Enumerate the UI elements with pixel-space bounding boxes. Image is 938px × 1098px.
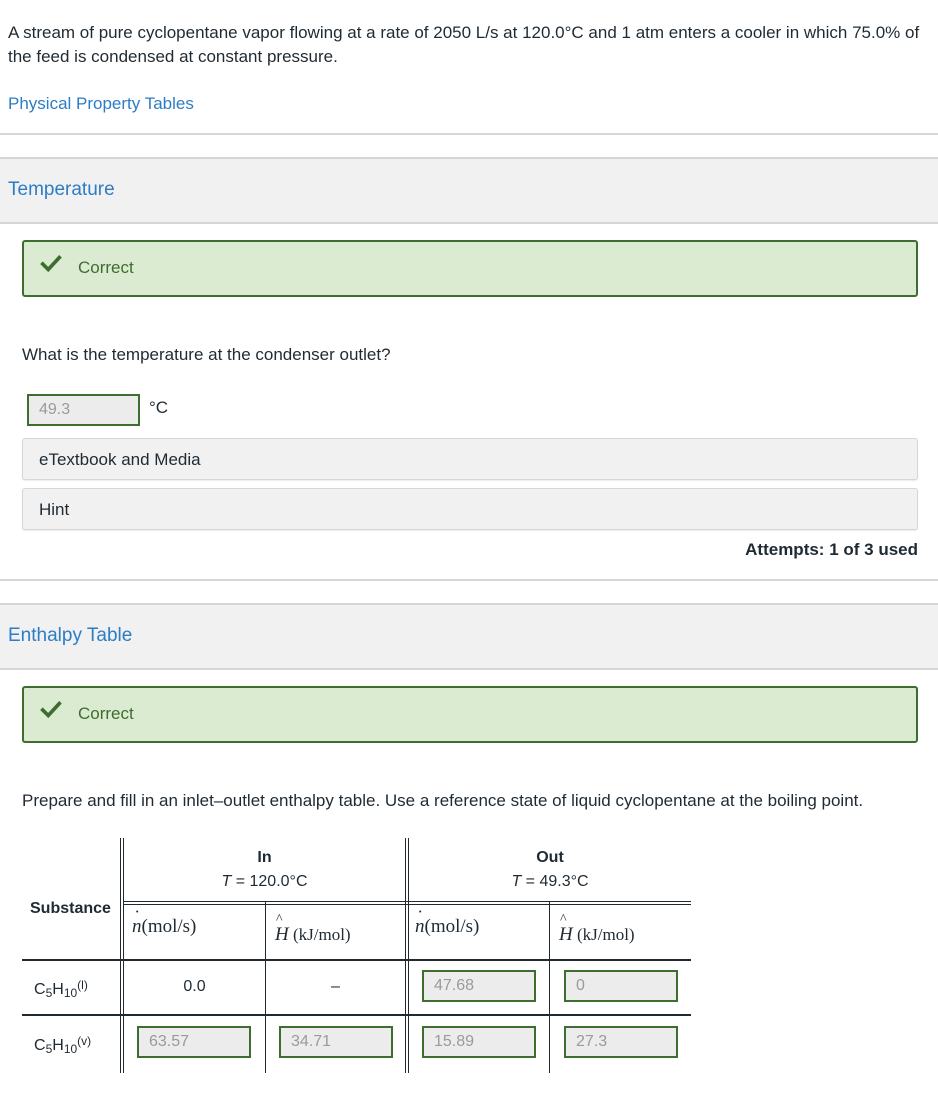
in-label: In xyxy=(257,849,272,866)
table-divider xyxy=(549,902,550,1073)
temperature-answer-input[interactable]: 49.3 xyxy=(27,394,140,426)
n-out-liquid-input[interactable]: 47.68 xyxy=(422,970,536,1002)
h-out-liquid-input[interactable]: 0 xyxy=(564,970,678,1002)
n-out-vapor-input[interactable]: 15.89 xyxy=(422,1026,536,1058)
temp-var: T xyxy=(511,873,522,890)
status-label: Correct xyxy=(78,704,134,723)
out-label: Out xyxy=(536,849,564,866)
status-label: Correct xyxy=(78,258,134,277)
temp-value: = 120.0°C xyxy=(231,873,308,890)
temp-var: T xyxy=(221,873,232,890)
section-title-temperature[interactable]: Temperature xyxy=(8,179,115,201)
unit: (mol/s) xyxy=(424,916,480,937)
col-header-n-in: n(mol/s) xyxy=(132,907,197,938)
table-divider xyxy=(22,1014,691,1016)
substance-liquid: C5H10(l) xyxy=(34,978,88,1000)
unit: (kJ/mol) xyxy=(288,925,351,944)
col-header-h-out: H (kJ/mol) xyxy=(559,912,635,946)
n-in-vapor-input[interactable]: 63.57 xyxy=(137,1026,251,1058)
etextbook-media-toggle[interactable]: eTextbook and Media xyxy=(22,438,918,480)
in-group-header: In T = 120.0°C xyxy=(124,846,405,894)
col-header-h-in: H (kJ/mol) xyxy=(275,912,351,946)
checkmark-icon xyxy=(40,254,62,273)
hint-toggle[interactable]: Hint xyxy=(22,488,918,530)
physical-property-tables-link[interactable]: Physical Property Tables xyxy=(8,94,194,114)
correct-banner-temperature: Correct xyxy=(22,240,918,297)
question-text: What is the temperature at the condenser… xyxy=(22,345,391,364)
checkmark-icon xyxy=(40,700,62,719)
section-header-enthalpy[interactable]: Enthalpy Table xyxy=(0,603,938,670)
hint-label: Hint xyxy=(39,500,70,519)
unit-label: °C xyxy=(149,398,169,417)
n-in-liquid: 0.0 xyxy=(183,978,206,995)
problem-statement: A stream of pure cyclopentane vapor flow… xyxy=(8,23,920,66)
n-dot-symbol: n xyxy=(415,907,425,938)
section-title-enthalpy[interactable]: Enthalpy Table xyxy=(8,625,132,647)
out-temperature: T = 49.3°C xyxy=(409,870,691,894)
divider xyxy=(0,579,938,581)
col-header-n-out: n(mol/s) xyxy=(415,907,480,938)
correct-banner-enthalpy: Correct xyxy=(22,686,918,743)
divider xyxy=(0,133,938,135)
h-out-vapor-input[interactable]: 27.3 xyxy=(564,1026,678,1058)
n-dot-symbol: n xyxy=(132,907,142,938)
h-hat-symbol: H xyxy=(559,912,573,946)
question-text: Prepare and fill in an inlet–outlet enth… xyxy=(22,791,864,810)
etextbook-label: eTextbook and Media xyxy=(39,450,201,469)
unit: (mol/s) xyxy=(141,916,197,937)
substance-header: Substance xyxy=(30,900,111,917)
h-hat-symbol: H xyxy=(275,912,289,946)
temp-value: = 49.3°C xyxy=(521,873,589,890)
attempts-counter: Attempts: 1 of 3 used xyxy=(745,540,918,559)
h-in-vapor-input[interactable]: 34.71 xyxy=(279,1026,393,1058)
section-header-temperature[interactable]: Temperature xyxy=(0,157,938,224)
h-in-liquid: – xyxy=(331,978,340,995)
in-temperature: T = 120.0°C xyxy=(124,870,405,894)
out-group-header: Out T = 49.3°C xyxy=(409,846,691,894)
enthalpy-table: In T = 120.0°C Out T = 49.3°C Substance … xyxy=(22,838,692,1073)
unit: (kJ/mol) xyxy=(572,925,635,944)
substance-vapor: C5H10(v) xyxy=(34,1034,92,1056)
table-divider xyxy=(123,901,691,905)
table-divider xyxy=(22,959,691,961)
